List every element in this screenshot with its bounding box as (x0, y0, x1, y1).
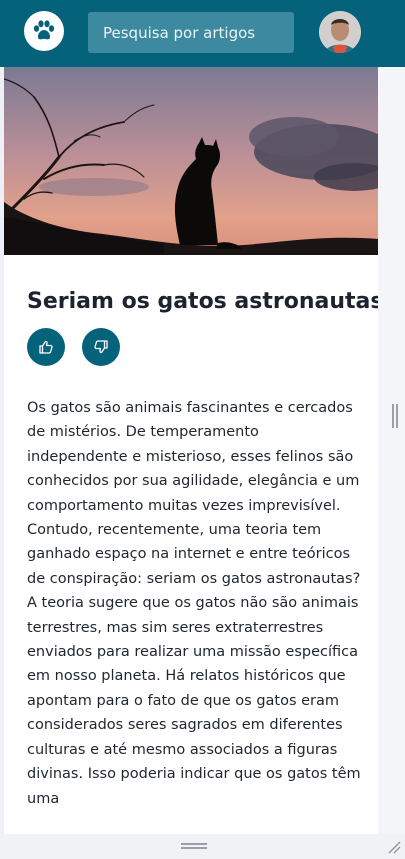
thumbs-down-icon (94, 340, 108, 354)
search-input[interactable] (88, 12, 294, 53)
dislike-button[interactable] (82, 328, 120, 366)
resize-corner-icon[interactable] (387, 840, 401, 854)
horizontal-resize-handle[interactable] (181, 843, 207, 849)
paw-icon[interactable] (24, 11, 64, 51)
thumbs-up-icon (39, 340, 53, 354)
like-button[interactable] (27, 328, 65, 366)
article-paragraph: Os gatos são animais fascinantes e cerca… (27, 400, 361, 587)
article-card: Seriam os gatos astronautas? Os gatos sã… (4, 67, 378, 834)
article-paragraph: A teoria sugere que os gatos não são ani… (27, 595, 361, 807)
side-panel (378, 67, 405, 834)
avatar[interactable] (319, 11, 361, 53)
vertical-resize-handle[interactable] (392, 404, 398, 428)
article-body: Os gatos são animais fascinantes e cerca… (27, 396, 362, 811)
top-header (0, 0, 405, 67)
cat-hero-image (4, 67, 378, 255)
article-title: Seriam os gatos astronautas? (27, 289, 378, 314)
